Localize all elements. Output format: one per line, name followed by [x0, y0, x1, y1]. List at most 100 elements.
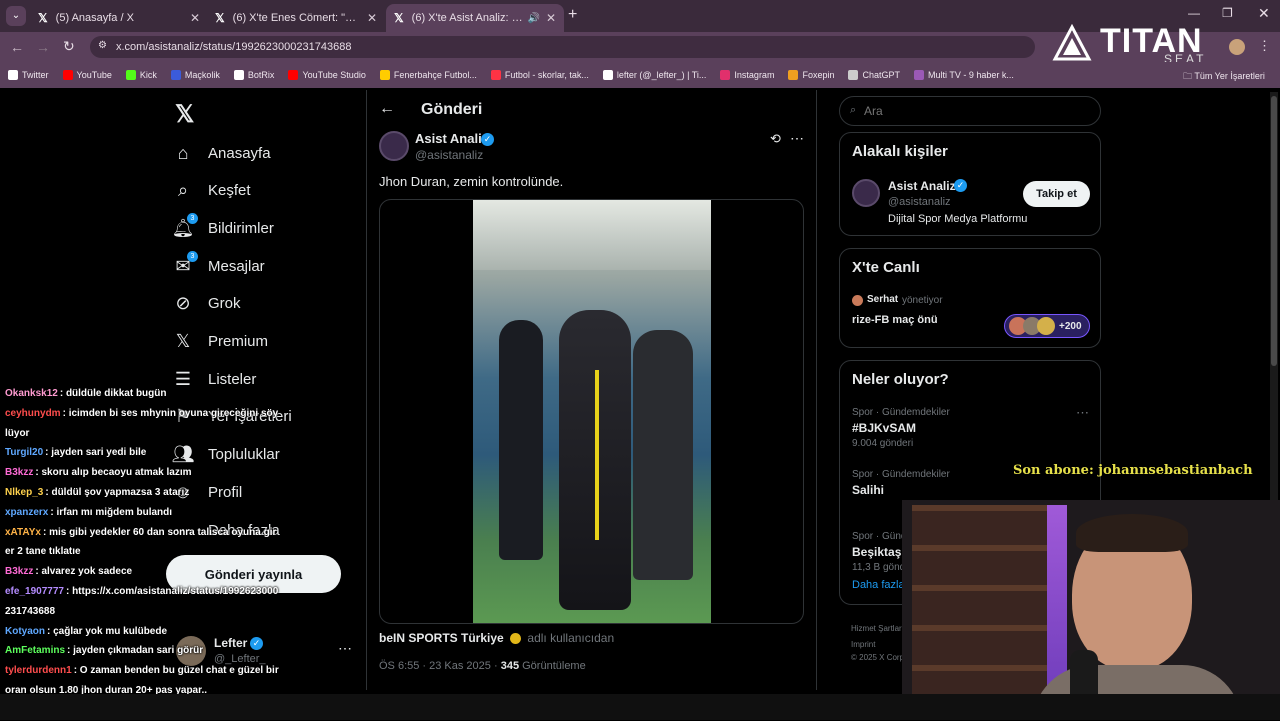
chat-username: ceyhunydm: [5, 407, 61, 419]
tab-list-button[interactable]: ⌄: [6, 6, 26, 26]
footer-imprint[interactable]: Imprint: [851, 638, 906, 651]
live-host[interactable]: Serhat: [867, 294, 898, 305]
all-bookmarks[interactable]: 🗀 Tüm Yer İşaretleri: [1183, 69, 1265, 85]
live-listeners[interactable]: +200: [1004, 314, 1090, 338]
search-icon: ⌕: [850, 104, 857, 116]
nav-item-5[interactable]: 𝕏 Premium: [172, 327, 268, 357]
tab-label: (6) X'te Asist Analiz: "Jhon D: [411, 12, 524, 24]
video-frame: [473, 200, 711, 623]
bookmark-item[interactable]: Kick: [125, 70, 157, 80]
minimize-button[interactable]: —: [1188, 6, 1200, 20]
close-tab-icon[interactable]: ✕: [546, 11, 556, 25]
bookmark-favicon-icon: [170, 70, 181, 80]
tab-2[interactable]: 𝕏 (6) X'te Asist Analiz: "Jhon D🔊 ✕: [386, 4, 564, 32]
author-handle[interactable]: @asistanaliz: [415, 148, 483, 162]
card-title: X'te Canlı: [852, 259, 920, 276]
bookmark-item[interactable]: YouTube Studio: [288, 70, 366, 80]
stadium-roof: [473, 200, 711, 270]
live-topic[interactable]: rize-FB maç önü: [852, 314, 938, 326]
author-name[interactable]: Asist Analiz: [415, 131, 488, 146]
chat-message: AmFetamins: jayden çıkmadan sari görür: [0, 641, 280, 661]
bookmark-favicon-icon: [720, 70, 731, 80]
streamer-hair: [1076, 514, 1188, 552]
divider-left: [366, 90, 367, 690]
more-icon[interactable]: ⋯: [790, 130, 804, 147]
bookmark-label: YouTube Studio: [302, 70, 366, 80]
divider-right: [816, 90, 817, 690]
bookmark-favicon-icon: [62, 70, 73, 80]
stream-chat-overlay: Okanksk12: düldüle dikkat bugün ceyhunydm…: [0, 384, 280, 720]
chat-username: xpanzerx: [5, 506, 49, 518]
chat-message: xATAYx: mis gibi yedekler 60 dan sonra t…: [0, 523, 280, 563]
video-player[interactable]: [379, 199, 804, 624]
follow-button[interactable]: Takip et: [1023, 181, 1090, 207]
profile-avatar-button[interactable]: [1229, 39, 1245, 55]
more-icon[interactable]: ⋯: [1076, 405, 1089, 421]
tab-1[interactable]: 𝕏 (6) X'te Enes Cömert: "Rizespor ✕: [207, 4, 385, 32]
verified-icon: ✓: [954, 179, 967, 192]
chevron-down-icon: ⌄: [11, 10, 21, 21]
address-bar[interactable]: ⚙ x.com/asistanaliz/status/1992623000231…: [90, 36, 1035, 58]
back-button[interactable]: ←: [10, 39, 24, 55]
footer-terms[interactable]: Hizmet Şartları: [851, 622, 906, 635]
person-left: [499, 320, 543, 560]
bookmark-item[interactable]: Maçkolik: [170, 70, 220, 80]
nav-item-0[interactable]: ⌂ Anasayfa: [172, 138, 271, 168]
tab-0[interactable]: 𝕏 (5) Anasayfa / X ✕: [30, 4, 208, 32]
footer-copyright: © 2025 X Corp.: [851, 653, 907, 662]
related-handle: @asistanaliz: [888, 196, 951, 208]
source-name[interactable]: beIN SPORTS Türkiye: [379, 631, 504, 645]
tab-label: (5) Anasayfa / X: [55, 12, 134, 24]
post-time[interactable]: ÖS 6:55 · 23 Kas 2025 ·: [379, 660, 498, 672]
nav-item-3[interactable]: ✉ 3 Mesajlar: [172, 251, 265, 281]
bookmark-item[interactable]: lefter (@_lefter_) | Ti...: [602, 70, 706, 80]
nav-item-4[interactable]: ⊘ Grok: [172, 289, 240, 319]
chat-message: B3kzz: skoru alıp becaoyu atmak lazım: [0, 463, 280, 483]
chat-message: efe_1907777: https://x.com/asistanaliz/s…: [0, 582, 280, 622]
bookmark-item[interactable]: Twitter: [8, 70, 49, 80]
close-window-button[interactable]: ✕: [1258, 5, 1270, 22]
bookmark-label: Twitter: [22, 70, 49, 80]
nav-label: Mesajlar: [208, 257, 265, 275]
bookmark-item[interactable]: YouTube: [62, 70, 112, 80]
close-tab-icon[interactable]: ✕: [190, 11, 200, 25]
nav-item-1[interactable]: ⌕ Keşfet: [172, 176, 251, 206]
search-input[interactable]: [864, 102, 1084, 120]
bookmark-label: Maçkolik: [184, 70, 220, 80]
chat-username: Turgil20: [5, 447, 44, 459]
menu-button[interactable]: ⋮: [1258, 38, 1271, 54]
bookmark-item[interactable]: Foxepin: [788, 70, 834, 80]
maximize-button[interactable]: ❐: [1222, 6, 1233, 20]
nav-item-2[interactable]: 🔔︎ 3 Bildirimler: [172, 213, 274, 243]
bookmark-item[interactable]: Fenerbahçe Futbol...: [379, 70, 477, 80]
bookmark-item[interactable]: Futbol - skorlar, tak...: [490, 70, 589, 80]
bookmark-label: Fenerbahçe Futbol...: [393, 70, 477, 80]
live-card: X'te Canlı Serhat yönetiyor rize-FB maç …: [839, 248, 1101, 348]
bookmark-item[interactable]: Multi TV - 9 haber k...: [914, 70, 1014, 80]
grok-icon[interactable]: ⟲: [770, 131, 781, 147]
forward-button[interactable]: →: [36, 39, 50, 55]
bookmark-favicon-icon: [233, 70, 244, 80]
card-title: Neler oluyor?: [852, 371, 949, 388]
bookmark-item[interactable]: Instagram: [720, 70, 774, 80]
chat-text: düldül şov yapmazsa 3 atarız: [51, 486, 190, 498]
chat-text: skoru alıp becaoyu atmak lazım: [41, 467, 192, 479]
close-tab-icon[interactable]: ✕: [367, 11, 377, 25]
x-logo-icon[interactable]: 𝕏: [175, 100, 194, 129]
author-avatar[interactable]: [379, 131, 409, 161]
bookmark-item[interactable]: ChatGPT: [848, 70, 900, 80]
search-box[interactable]: ⌕: [839, 96, 1101, 126]
chat-text: çağlar yok mu kulübede: [53, 625, 168, 637]
avatar[interactable]: [852, 179, 880, 207]
bookmark-label: Multi TV - 9 haber k...: [928, 70, 1014, 80]
chat-text: jayden çıkmadan sari görür: [73, 645, 204, 657]
chat-message: Okanksk12: düldüle dikkat bugün: [0, 384, 280, 404]
trend-item[interactable]: Spor · Gündemdekiler #BJKvSAM 9.004 gönder…: [852, 407, 1072, 463]
new-tab-button[interactable]: +: [568, 6, 577, 24]
speaker-icon[interactable]: 🔊: [527, 13, 539, 24]
related-name[interactable]: Asist Analiz: [888, 179, 956, 193]
bookmark-item[interactable]: BotRix: [233, 70, 274, 80]
back-arrow-icon[interactable]: ←: [379, 100, 395, 118]
mail-icon: ✉ 3: [172, 251, 198, 277]
reload-button[interactable]: ↻: [63, 38, 75, 55]
